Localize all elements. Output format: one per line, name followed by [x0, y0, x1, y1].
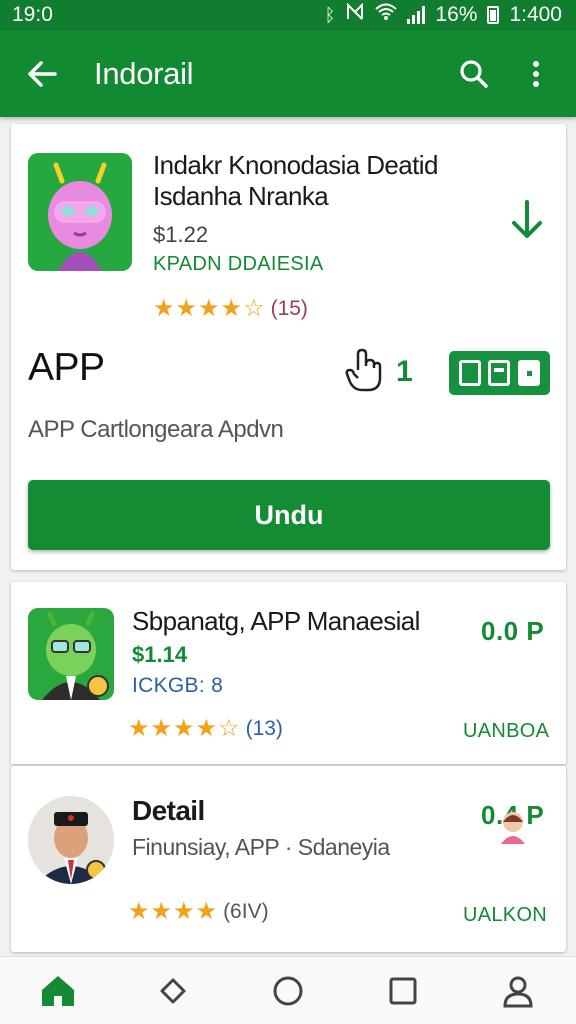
- battery-icon: [487, 6, 500, 24]
- battery-percent: 16%: [435, 3, 478, 26]
- list-item[interactable]: Sbpanatg, APP Manaesial $1.14 ICKGB: 8 ★…: [11, 582, 566, 764]
- more-vert-icon[interactable]: [516, 54, 556, 94]
- status-icons: ᛒ 16% 1:400: [324, 2, 562, 27]
- sticker-icon: [497, 808, 529, 844]
- star-rating-icon: ★★★★: [128, 898, 219, 925]
- item-right-price: 0.0 P: [481, 616, 545, 646]
- diamond-nav-icon[interactable]: [145, 963, 201, 1019]
- featured-subtitle: APP Cartlongeara Apdvn: [28, 416, 284, 443]
- circle-nav-icon[interactable]: [260, 963, 316, 1019]
- item-price: $1.14: [132, 642, 188, 667]
- star-rating-icon: ★★★★☆: [153, 295, 266, 322]
- hand-count: 1: [396, 355, 413, 388]
- download-arrow-icon[interactable]: [509, 198, 545, 242]
- featured-price: $1.22: [153, 222, 209, 247]
- item-rating: ★★★★ (6IV): [128, 897, 269, 926]
- status-time: 19:0: [12, 3, 53, 26]
- featured-app-card[interactable]: Indakr Knonodasia Deatid Isdanha Nranka …: [11, 124, 566, 570]
- mute-icon: [345, 2, 365, 27]
- wifi-icon: [375, 3, 398, 27]
- list-item[interactable]: Detail Finunsiay, APP · Sdaneyia ★★★★ (6…: [11, 766, 566, 952]
- home-icon[interactable]: [30, 963, 86, 1019]
- star-rating-icon: ★★★★☆: [128, 715, 241, 742]
- item-title: Detail: [132, 795, 205, 826]
- status-bar: 19:0 ᛒ 16% 1:400: [0, 0, 576, 30]
- search-icon[interactable]: [454, 54, 494, 94]
- item-action-link[interactable]: UANBOA: [463, 720, 549, 743]
- mascot-app-icon[interactable]: [28, 153, 132, 271]
- device-icon: [458, 360, 481, 386]
- item-title: Sbpanatg, APP Manaesial: [132, 606, 420, 636]
- app-bar: Indorail: [0, 30, 576, 117]
- app-label: APP: [28, 346, 105, 389]
- signal-icon: [407, 6, 426, 24]
- rating-count: (15): [270, 296, 308, 320]
- profile-icon[interactable]: [490, 963, 546, 1019]
- featured-rating: ★★★★☆ (15): [153, 294, 308, 323]
- item-rating: ★★★★☆ (13): [128, 714, 283, 743]
- lock-icon: [518, 360, 541, 386]
- rating-count: (13): [245, 716, 283, 740]
- calendar-icon: [488, 360, 511, 386]
- square-nav-icon[interactable]: [375, 963, 431, 1019]
- profile-photo-avatar[interactable]: [28, 796, 114, 884]
- feature-badges[interactable]: [449, 351, 550, 395]
- item-tag: ICKGB: 8: [132, 674, 224, 697]
- rating-count: (6IV): [223, 899, 269, 923]
- back-arrow-icon[interactable]: [24, 56, 60, 92]
- app-bar-title: Indorail: [94, 55, 194, 91]
- featured-title-line2: Isdanha Nranka: [153, 181, 329, 211]
- status-clock: 1:400: [509, 3, 562, 26]
- item-subtitle: Finunsiay, APP · Sdaneyia: [132, 834, 390, 860]
- featured-developer[interactable]: KPADN DDAIESIA: [153, 253, 324, 276]
- green-robot-app-icon[interactable]: [28, 608, 114, 700]
- bluetooth-icon: ᛒ: [324, 4, 336, 25]
- item-action-link[interactable]: UALKON: [463, 904, 547, 927]
- hand-pointer-icon[interactable]: [344, 348, 384, 392]
- install-button[interactable]: Undu: [28, 480, 550, 550]
- bottom-navigation: [0, 956, 576, 1024]
